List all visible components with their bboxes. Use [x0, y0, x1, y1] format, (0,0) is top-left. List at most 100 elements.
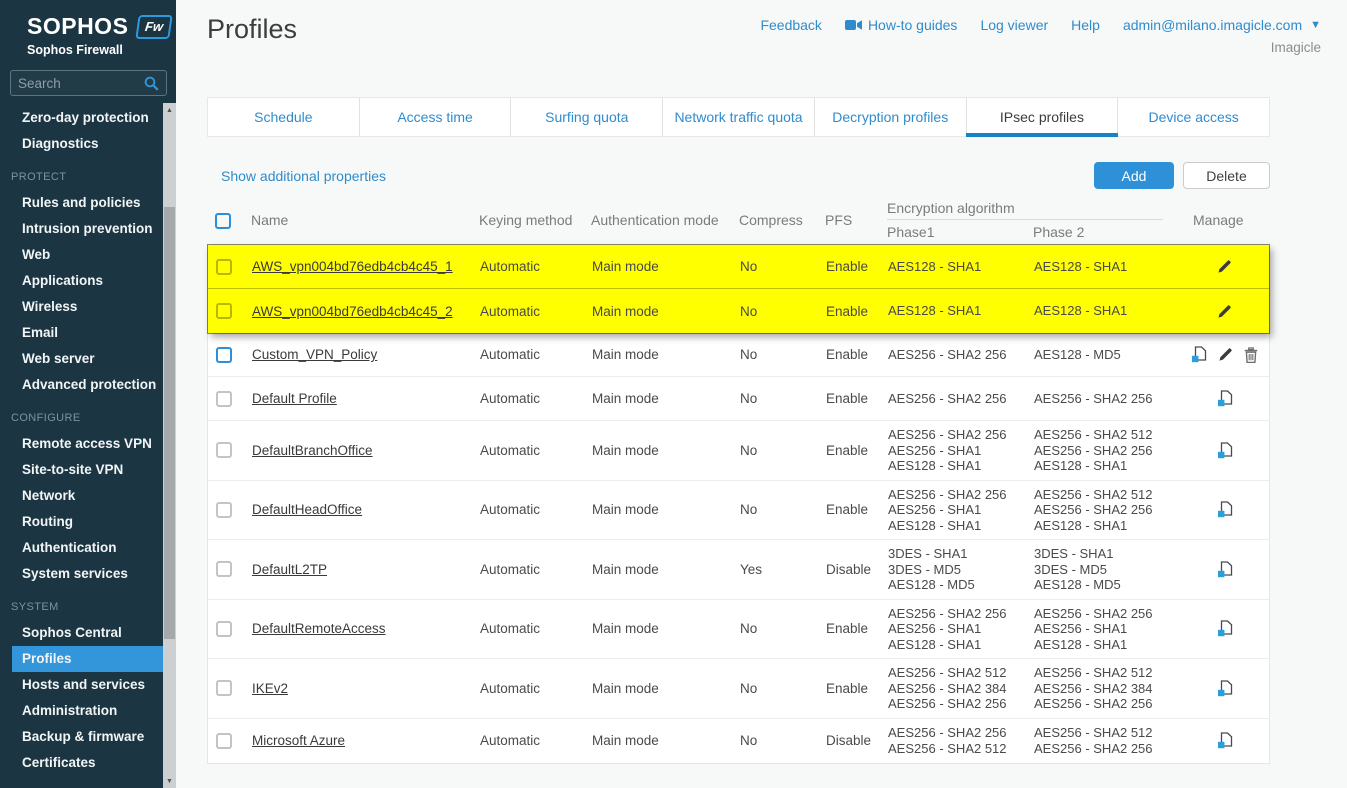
compress-cell: No — [740, 615, 826, 642]
profile-name-link[interactable]: DefaultRemoteAccess — [252, 621, 386, 636]
sidebar-item-remote-access-vpn[interactable]: Remote access VPN — [12, 431, 163, 457]
column-header-phase1: Phase1 — [887, 224, 1033, 240]
sidebar-item-authentication[interactable]: Authentication — [12, 535, 163, 561]
copy-icon[interactable] — [1217, 442, 1233, 459]
howto-guides-link[interactable]: How-to guides — [845, 17, 958, 33]
profile-name-link[interactable]: AWS_vpn004bd76edb4cb4c45_2 — [252, 304, 453, 319]
tab-decryption-profiles[interactable]: Decryption profiles — [815, 98, 967, 136]
nav-section-label: CONFIGURE — [0, 398, 176, 431]
sidebar-item-wireless[interactable]: Wireless — [12, 294, 163, 320]
sidebar-nav: Zero-day protectionDiagnosticsPROTECTRul… — [0, 105, 176, 776]
sidebar-item-intrusion-prevention[interactable]: Intrusion prevention — [12, 216, 163, 242]
table-row: AWS_vpn004bd76edb4cb4c45_1AutomaticMain … — [208, 245, 1269, 289]
copy-icon[interactable] — [1217, 620, 1233, 637]
row-checkbox[interactable] — [216, 621, 232, 637]
phase1-cell: AES256 - SHA2 256 AES256 - SHA2 512 — [888, 719, 1034, 762]
pfs-cell: Enable — [826, 496, 888, 523]
manage-cell — [1184, 436, 1269, 465]
row-checkbox[interactable] — [216, 680, 232, 696]
profile-name-link[interactable]: Default Profile — [252, 391, 337, 406]
tab-device-access[interactable]: Device access — [1118, 98, 1269, 136]
tab-access-time[interactable]: Access time — [360, 98, 512, 136]
search-input[interactable] — [18, 76, 144, 91]
sidebar-item-administration[interactable]: Administration — [12, 698, 163, 724]
manage-cell — [1184, 384, 1269, 413]
sidebar-item-certificates[interactable]: Certificates — [12, 750, 163, 776]
sidebar-item-advanced-protection[interactable]: Advanced protection — [12, 372, 163, 398]
column-header-phase2: Phase 2 — [1033, 224, 1183, 240]
sidebar-item-profiles[interactable]: Profiles — [12, 646, 163, 672]
sidebar-item-web[interactable]: Web — [12, 242, 163, 268]
sidebar-item-email[interactable]: Email — [12, 320, 163, 346]
row-checkbox[interactable] — [216, 442, 232, 458]
log-viewer-link[interactable]: Log viewer — [980, 17, 1048, 33]
row-checkbox[interactable] — [216, 259, 232, 275]
feedback-link[interactable]: Feedback — [760, 17, 821, 33]
sidebar-item-diagnostics[interactable]: Diagnostics — [12, 131, 163, 157]
profile-name-link[interactable]: IKEv2 — [252, 681, 288, 696]
profile-name-link[interactable]: DefaultBranchOffice — [252, 443, 373, 458]
profile-name-link[interactable]: DefaultL2TP — [252, 562, 327, 577]
row-checkbox[interactable] — [216, 733, 232, 749]
compress-cell: No — [740, 727, 826, 754]
scrollbar-thumb[interactable] — [164, 207, 175, 639]
highlighted-rows-group: AWS_vpn004bd76edb4cb4c45_1AutomaticMain … — [208, 245, 1269, 333]
table-row: Microsoft AzureAutomaticMain modeNoDisab… — [208, 719, 1269, 763]
account-menu[interactable]: admin@milano.imagicle.com ▼ — [1123, 17, 1321, 33]
sidebar-item-system-services[interactable]: System services — [12, 561, 163, 587]
row-checkbox[interactable] — [216, 303, 232, 319]
sidebar-item-sophos-central[interactable]: Sophos Central — [12, 620, 163, 646]
copy-icon[interactable] — [1191, 346, 1207, 363]
toolbar: Show additional properties Add Delete — [207, 162, 1270, 189]
show-additional-properties-link[interactable]: Show additional properties — [221, 168, 386, 184]
row-checkbox[interactable] — [216, 561, 232, 577]
phase1-cell: AES256 - SHA2 256 AES256 - SHA1 AES128 -… — [888, 421, 1034, 480]
copy-icon[interactable] — [1217, 390, 1233, 407]
scrollbar-up-arrow[interactable]: ▲ — [163, 103, 176, 117]
tab-network-traffic-quota[interactable]: Network traffic quota — [663, 98, 815, 136]
edit-icon[interactable] — [1217, 259, 1232, 274]
sidebar-scrollbar[interactable]: ▲ ▼ — [163, 103, 176, 788]
profile-name-link[interactable]: Microsoft Azure — [252, 733, 345, 748]
search-icon[interactable] — [144, 76, 159, 91]
help-link[interactable]: Help — [1071, 17, 1100, 33]
add-button[interactable]: Add — [1094, 162, 1174, 189]
sidebar-item-web-server[interactable]: Web server — [12, 346, 163, 372]
copy-icon[interactable] — [1217, 561, 1233, 578]
profile-name-link[interactable]: DefaultHeadOffice — [252, 502, 362, 517]
edit-icon[interactable] — [1218, 347, 1233, 362]
row-checkbox[interactable] — [216, 502, 232, 518]
row-checkbox[interactable] — [216, 347, 232, 363]
phase1-cell: AES256 - SHA2 256 — [888, 341, 1034, 369]
phase1-cell: AES256 - SHA2 256 AES256 - SHA1 AES128 -… — [888, 600, 1034, 659]
row-checkbox[interactable] — [216, 391, 232, 407]
tab-schedule[interactable]: Schedule — [208, 98, 360, 136]
sidebar-item-routing[interactable]: Routing — [12, 509, 163, 535]
tab-ipsec-profiles[interactable]: IPsec profiles — [967, 98, 1119, 136]
sidebar-search-box[interactable] — [10, 70, 167, 96]
phase2-cell: AES256 - SHA2 512 AES256 - SHA2 384 AES2… — [1034, 659, 1184, 718]
profile-name-link[interactable]: AWS_vpn004bd76edb4cb4c45_1 — [252, 259, 453, 274]
select-all-checkbox[interactable] — [215, 213, 231, 229]
sidebar-item-network[interactable]: Network — [12, 483, 163, 509]
sidebar-item-applications[interactable]: Applications — [12, 268, 163, 294]
sidebar-item-rules-and-policies[interactable]: Rules and policies — [12, 190, 163, 216]
copy-icon[interactable] — [1217, 680, 1233, 697]
keying-method-cell: Automatic — [480, 615, 592, 642]
sidebar-item-zero-day-protection[interactable]: Zero-day protection — [12, 105, 163, 131]
manage-cell — [1184, 614, 1269, 643]
sidebar-item-backup-firmware[interactable]: Backup & firmware — [12, 724, 163, 750]
tab-surfing-quota[interactable]: Surfing quota — [511, 98, 663, 136]
profile-name-link[interactable]: Custom_VPN_Policy — [252, 347, 377, 362]
delete-icon[interactable] — [1244, 347, 1258, 363]
copy-icon[interactable] — [1217, 501, 1233, 518]
keying-method-cell: Automatic — [480, 437, 592, 464]
organization-name: Imagicle — [681, 40, 1321, 55]
sidebar-item-site-to-site-vpn[interactable]: Site-to-site VPN — [12, 457, 163, 483]
copy-icon[interactable] — [1217, 732, 1233, 749]
column-header-compress: Compress — [739, 212, 825, 228]
scrollbar-down-arrow[interactable]: ▼ — [163, 774, 176, 788]
delete-button[interactable]: Delete — [1183, 162, 1270, 189]
sidebar-item-hosts-and-services[interactable]: Hosts and services — [12, 672, 163, 698]
edit-icon[interactable] — [1217, 304, 1232, 319]
